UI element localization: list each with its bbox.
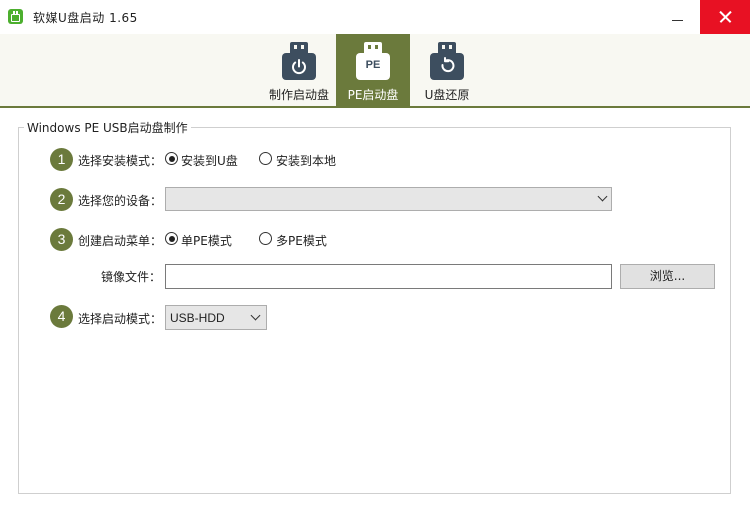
image-file-label: 镜像文件： (101, 270, 162, 284)
install-to-usb-radio[interactable] (165, 152, 178, 165)
usb-power-icon (282, 42, 316, 80)
browse-button[interactable]: 浏览... (620, 264, 715, 289)
step-2-badge: 2 (50, 188, 73, 211)
chevron-down-icon (250, 310, 261, 321)
multi-pe-label[interactable]: 多PE模式 (276, 232, 327, 249)
title-bar[interactable]: 软媒U盘启动 1.65 (0, 0, 750, 34)
multi-pe-radio[interactable] (259, 232, 272, 245)
install-to-local-label[interactable]: 安装到本地 (276, 152, 336, 169)
minimize-icon (672, 20, 683, 21)
pe-icon-text: PE (365, 59, 381, 71)
app-window: 软媒U盘启动 1.65 制作启动盘 PE PE启动盘 U盘还原 Windows … (0, 0, 750, 524)
usb-pe-icon: PE (356, 42, 390, 80)
step-1-badge: 1 (50, 148, 73, 171)
tab-usb-restore[interactable]: U盘还原 (410, 34, 484, 108)
tab-label: U盘还原 (424, 88, 470, 102)
chevron-down-icon (597, 191, 608, 202)
window-title: 软媒U盘启动 1.65 (33, 11, 138, 25)
boot-mode-select[interactable]: USB-HDD (165, 305, 267, 330)
install-to-local-radio[interactable] (259, 152, 272, 165)
boot-mode-label: 选择启动模式： (78, 312, 163, 326)
boot-menu-label: 创建启动菜单： (78, 234, 163, 248)
device-select[interactable] (165, 187, 612, 211)
tab-make-boot-disk[interactable]: 制作启动盘 (262, 34, 336, 108)
tab-label: PE启动盘 (347, 88, 399, 102)
tab-label: 制作启动盘 (268, 88, 329, 102)
install-mode-label: 选择安装模式： (78, 154, 163, 168)
app-usb-icon (8, 9, 23, 24)
single-pe-label[interactable]: 单PE模式 (181, 232, 232, 249)
close-button[interactable] (700, 0, 750, 34)
install-to-usb-label[interactable]: 安装到U盘 (181, 152, 238, 169)
toolbar: 制作启动盘 PE PE启动盘 U盘还原 (0, 34, 750, 108)
minimize-button[interactable] (654, 0, 700, 34)
boot-mode-value: USB-HDD (170, 311, 225, 325)
tab-pe-boot-disk[interactable]: PE PE启动盘 (336, 34, 410, 108)
usb-restore-icon (430, 42, 464, 80)
device-label: 选择您的设备： (78, 194, 163, 208)
image-file-input[interactable] (165, 264, 612, 289)
step-4-badge: 4 (50, 305, 73, 328)
step-3-badge: 3 (50, 228, 73, 251)
single-pe-radio[interactable] (165, 232, 178, 245)
group-title: Windows PE USB启动盘制作 (24, 119, 191, 136)
